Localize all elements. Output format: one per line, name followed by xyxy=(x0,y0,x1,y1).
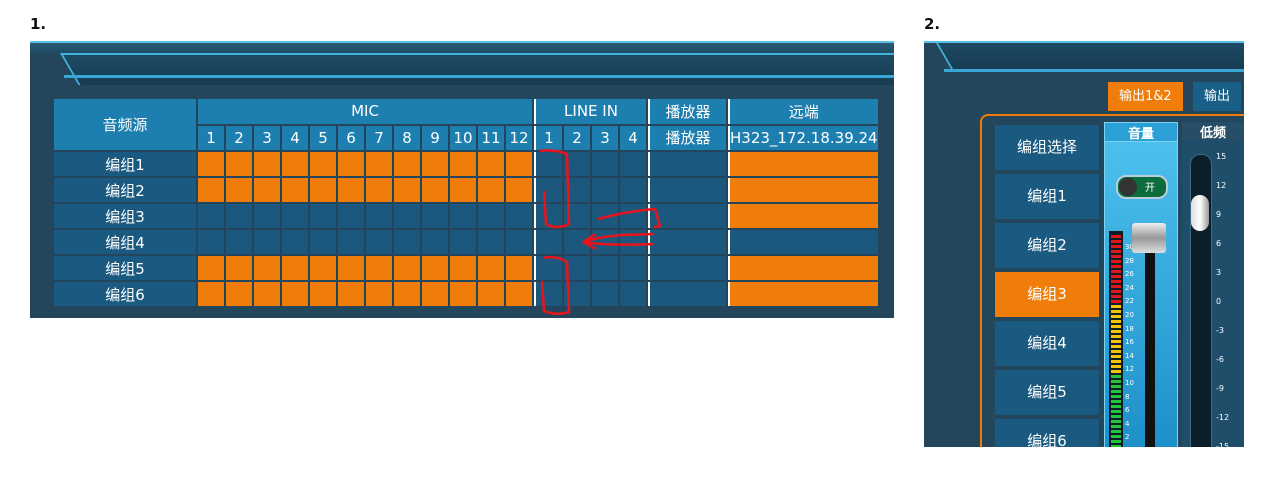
meter-segment xyxy=(1111,370,1121,373)
volume-strip: 音量 开 30 28 26 24 22 20 18 16 14 12 10 8 6 4 2 xyxy=(1104,122,1178,447)
meter-segment xyxy=(1111,395,1121,398)
meter-scale-tick: 4 xyxy=(1125,419,1130,428)
meter-scale-tick: 6 xyxy=(1125,406,1130,415)
meter-segment xyxy=(1111,320,1121,323)
bass-slider-knob[interactable] xyxy=(1191,195,1209,231)
meter-segment xyxy=(1111,280,1121,283)
meter-segment xyxy=(1111,355,1121,358)
group-button-3[interactable]: 编组3 xyxy=(995,272,1099,317)
meter-segment xyxy=(1111,265,1121,268)
meter-segment xyxy=(1111,315,1121,318)
bass-scale-tick: -9 xyxy=(1216,384,1224,393)
bass-scale-tick: 15 xyxy=(1216,152,1227,161)
meter-segment xyxy=(1111,410,1121,413)
meter-segment xyxy=(1111,425,1121,428)
bass-scale-tick: 0 xyxy=(1216,297,1222,306)
bass-scale-tick: -12 xyxy=(1216,413,1230,422)
meter-segment xyxy=(1111,445,1121,447)
volume-fader-knob[interactable] xyxy=(1132,223,1166,253)
meter-segment xyxy=(1111,400,1121,403)
meter-segment xyxy=(1111,325,1121,328)
meter-segment xyxy=(1111,380,1121,383)
meter-scale-tick: 22 xyxy=(1125,297,1134,306)
meter-scale-tick: 14 xyxy=(1125,351,1134,360)
bass-title: 低频 xyxy=(1182,122,1244,141)
group-button-1[interactable]: 编组1 xyxy=(995,174,1099,219)
bass-scale-tick: 12 xyxy=(1216,181,1227,190)
meter-scale-tick: 16 xyxy=(1125,338,1134,347)
toggle-label: 开 xyxy=(1145,183,1155,194)
panel-frame-band xyxy=(936,43,1244,69)
step-2-label: 2. xyxy=(924,15,941,33)
meter-segment xyxy=(1111,420,1121,423)
meter-segment xyxy=(1111,435,1121,438)
meter-scale-tick: 10 xyxy=(1125,379,1134,387)
bass-scale-tick: 3 xyxy=(1216,268,1222,277)
meter-segment xyxy=(1111,365,1121,368)
bass-scale-tick: -15 xyxy=(1216,442,1230,447)
meter-segment xyxy=(1111,295,1121,298)
meter-scale-tick: 20 xyxy=(1125,311,1134,319)
meter-segment xyxy=(1111,360,1121,363)
meter-scale-tick: 8 xyxy=(1125,392,1130,401)
meter-scale-tick: 2 xyxy=(1125,433,1130,442)
tab-output-1-2[interactable]: 输出1&2 xyxy=(1108,82,1183,111)
bass-scale-tick: -3 xyxy=(1216,326,1224,335)
meter-segment xyxy=(1111,260,1121,263)
panel-frame-inner-line xyxy=(944,69,1244,72)
meter-segment xyxy=(1111,345,1121,348)
meter-segment xyxy=(1111,255,1121,258)
meter-segment xyxy=(1111,375,1121,378)
step-1-label: 1. xyxy=(30,15,47,33)
bass-scale-tick: -6 xyxy=(1216,355,1224,364)
meter-segment xyxy=(1111,300,1121,303)
meter-segment xyxy=(1111,285,1121,288)
meter-segment xyxy=(1111,275,1121,278)
meter-segment xyxy=(1111,340,1121,343)
meter-segment xyxy=(1111,240,1121,243)
routing-matrix-panel: 音频源 MIC LINE IN 播放器 远端 1 2 3 4 5 6 7 8 9 10 11 12 1 2… xyxy=(30,41,894,318)
volume-fader-track[interactable] xyxy=(1145,233,1155,447)
meter-scale-tick: 24 xyxy=(1125,283,1134,292)
group-button-6[interactable]: 编组6 xyxy=(995,419,1099,447)
meter-scale-tick: 26 xyxy=(1125,270,1134,279)
meter-segment xyxy=(1111,415,1121,418)
meter-segment xyxy=(1111,330,1121,333)
meter-scale-tick: 28 xyxy=(1125,256,1134,265)
group-button-5[interactable]: 编组5 xyxy=(995,370,1099,415)
group-select-header: 编组选择 xyxy=(995,125,1099,170)
meter-segment xyxy=(1111,235,1121,238)
meter-scale-tick: 18 xyxy=(1125,324,1134,333)
meter-segment xyxy=(1111,245,1121,248)
meter-scale-tick: 12 xyxy=(1125,365,1134,374)
meter-segment xyxy=(1111,335,1121,338)
meter-segment xyxy=(1111,405,1121,408)
level-meter xyxy=(1109,231,1123,447)
meter-segment xyxy=(1111,350,1121,353)
meter-segment xyxy=(1111,390,1121,393)
output-panel: 输出1&2 输出 编组选择 编组1 编组2 编组3 编组4 编组5 编组6 音量… xyxy=(924,41,1244,447)
bass-strip: 低频 15 12 9 6 3 0 -3 -6 -9 -12 -15 xyxy=(1182,122,1244,447)
meter-segment xyxy=(1111,270,1121,273)
power-toggle[interactable]: 开 xyxy=(1116,175,1168,199)
meter-segment xyxy=(1111,310,1121,313)
red-annotation xyxy=(539,149,662,315)
meter-segment xyxy=(1111,290,1121,293)
meter-segment xyxy=(1111,430,1121,433)
volume-title: 音量 xyxy=(1105,123,1177,142)
meter-segment xyxy=(1111,250,1121,253)
group-button-2[interactable]: 编组2 xyxy=(995,223,1099,268)
tab-output-next[interactable]: 输出 xyxy=(1193,82,1242,111)
meter-segment xyxy=(1111,440,1121,443)
group-button-4[interactable]: 编组4 xyxy=(995,321,1099,366)
meter-segment xyxy=(1111,385,1121,388)
bass-scale-tick: 6 xyxy=(1216,239,1222,248)
meter-segment xyxy=(1111,305,1121,308)
toggle-knob xyxy=(1119,178,1137,196)
bass-scale-tick: 9 xyxy=(1216,210,1222,219)
